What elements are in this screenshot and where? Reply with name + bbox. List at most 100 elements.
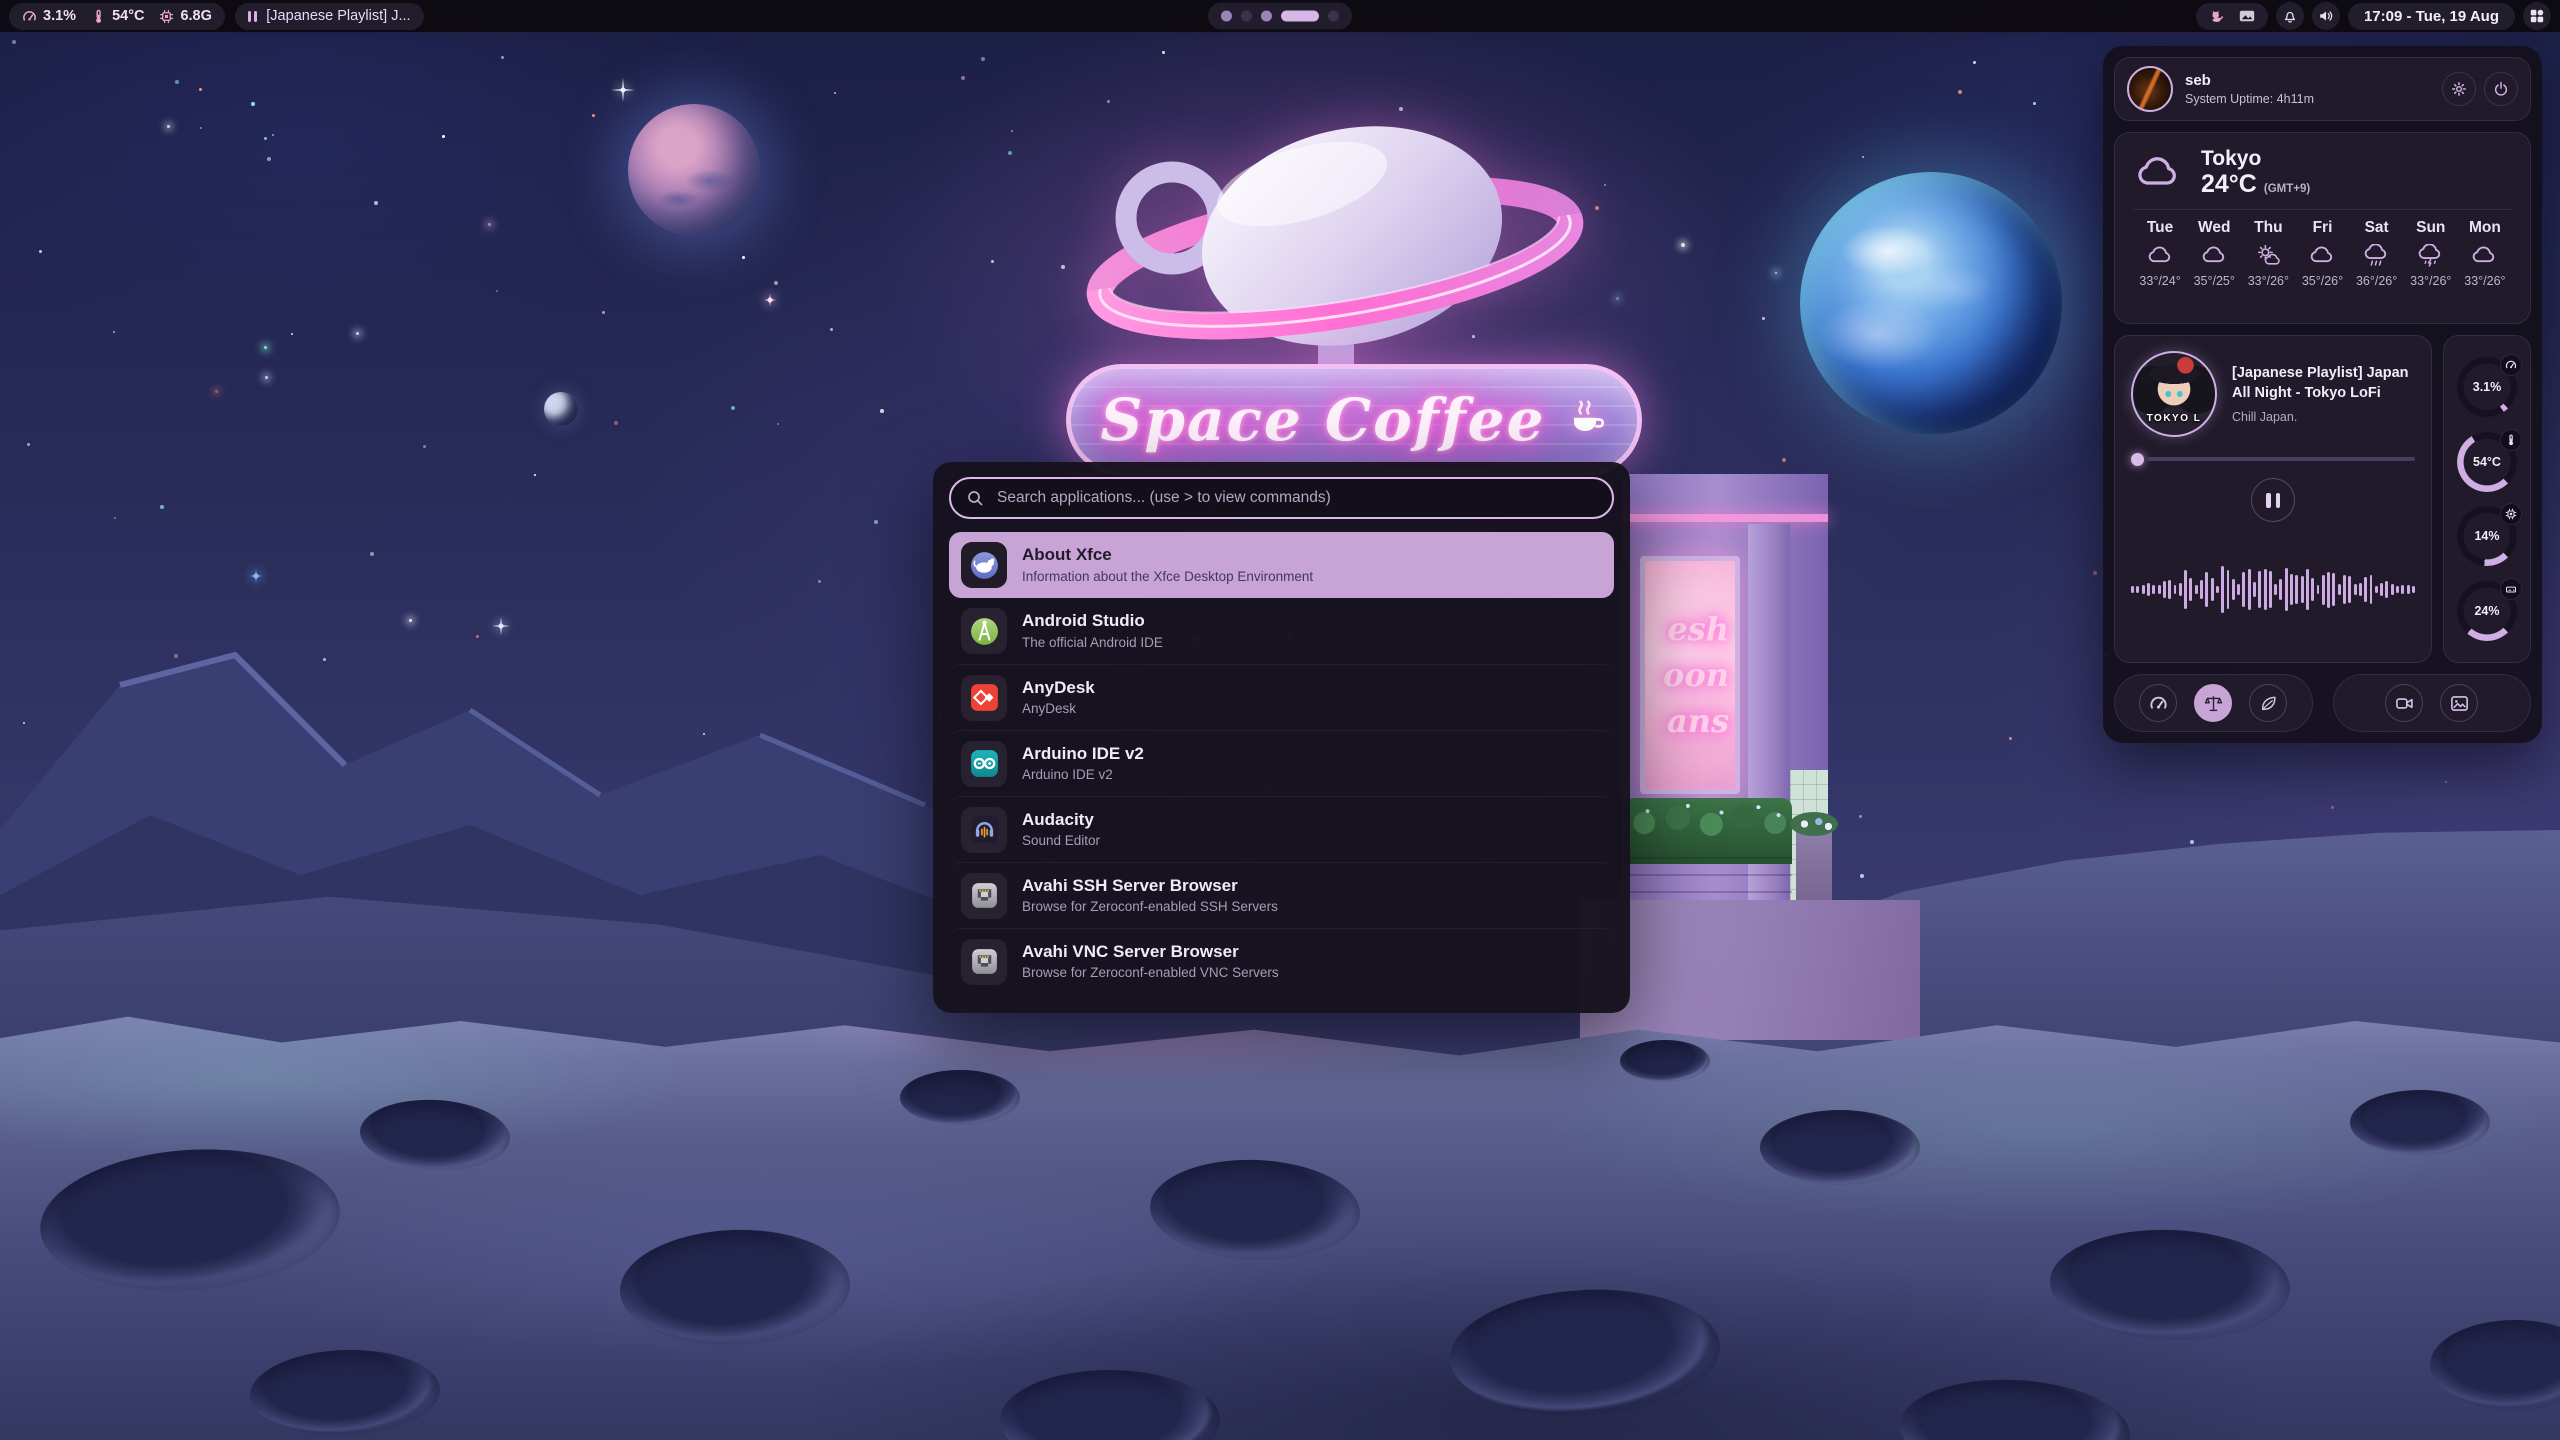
visualizer-bar: [2200, 580, 2203, 599]
launcher-result[interactable]: Arduino IDE v2Arduino IDE v2: [949, 730, 1614, 796]
visualizer-bar: [2179, 583, 2182, 596]
album-art: TOKYO L: [2131, 351, 2217, 437]
forecast-day: Sun33°/26°: [2404, 219, 2458, 288]
crater: [1148, 1156, 1361, 1263]
visualizer-bar: [2152, 585, 2155, 595]
track-subtitle: Chill Japan.: [2232, 410, 2415, 424]
saturn-cup: [1080, 100, 1600, 392]
launcher-result[interactable]: About XfceInformation about the Xfce Des…: [949, 532, 1614, 598]
progress-knob[interactable]: [2131, 453, 2144, 466]
settings-button[interactable]: [2442, 72, 2476, 106]
forecast-day: Tue33°/24°: [2133, 219, 2187, 288]
screen-record-button[interactable]: [2385, 684, 2423, 722]
workspace-dot-active[interactable]: [1281, 11, 1319, 22]
tray-widgets: [2196, 3, 2268, 30]
forecast-temps: 33°/26°: [2464, 274, 2505, 288]
result-subtitle: Arduino IDE v2: [1022, 767, 1144, 783]
workspace-dot-occupied[interactable]: [1261, 11, 1272, 22]
android-studio-app-icon: [961, 608, 1007, 654]
audio-visualizer: [2131, 532, 2415, 647]
visualizer-bar: [2338, 584, 2341, 595]
user-card: seb System Uptime: 4h11m: [2114, 57, 2531, 121]
visualizer-bar: [2232, 579, 2235, 600]
visualizer-bar: [2184, 570, 2187, 608]
launcher-result[interactable]: AudacitySound Editor: [949, 796, 1614, 862]
crater: [1760, 1110, 1920, 1185]
power-icon: [2493, 81, 2509, 97]
visualizer-bar: [2317, 585, 2320, 593]
rain-icon: [2363, 244, 2390, 267]
window-neon-line: oon: [1645, 659, 1729, 691]
storm-icon: [2417, 244, 2444, 267]
system-stats[interactable]: 3.1% 54°C 6.8G: [9, 3, 225, 30]
result-title: Avahi VNC Server Browser: [1022, 942, 1279, 962]
gear-icon: [2451, 81, 2467, 97]
launcher-result[interactable]: Android StudioThe official Android IDE: [949, 598, 1614, 664]
progress-bar[interactable]: [2131, 452, 2415, 466]
leaf-icon: [2259, 694, 2278, 713]
launcher-result[interactable]: Avahi SSH Server BrowserBrowse for Zeroc…: [949, 862, 1614, 928]
screenshot-button[interactable]: [2440, 684, 2478, 722]
visualizer-bar: [2322, 575, 2325, 605]
visualizer-bar: [2158, 585, 2161, 594]
desktop: Space Coffee eshoonans About XfceInforma…: [0, 0, 2560, 1440]
visualizer-bar: [2269, 571, 2272, 609]
window-neon-line: ans: [1645, 705, 1729, 737]
sign-text: Space Coffee: [1101, 386, 1546, 454]
capture-tools: [2333, 674, 2532, 732]
power-profile-switcher: [2114, 674, 2313, 732]
forecast-day-label: Fri: [2313, 219, 2333, 237]
crater: [358, 1096, 511, 1174]
music-player-card: TOKYO L [Japanese Playlist] Japan All Ni…: [2114, 335, 2432, 663]
disk-icon: [2500, 578, 2522, 600]
search-input[interactable]: [995, 488, 1597, 508]
volume-button[interactable]: [2312, 2, 2340, 30]
app-grid-button[interactable]: [2523, 2, 2551, 30]
notifications-button[interactable]: [2276, 2, 2304, 30]
visualizer-bar: [2237, 584, 2240, 594]
profile-performance-button[interactable]: [2139, 684, 2177, 722]
coffee-cup-icon: [1563, 398, 1607, 442]
audacity-app-icon: [961, 807, 1007, 853]
crater: [1000, 1370, 1220, 1440]
forecast-day-label: Wed: [2198, 219, 2230, 237]
visualizer-bar: [2274, 584, 2277, 595]
xfce-app-icon: [961, 542, 1007, 588]
crater: [35, 1140, 344, 1301]
workspace-dot-occupied[interactable]: [1221, 11, 1232, 22]
now-playing[interactable]: [Japanese Playlist] J...: [235, 3, 424, 30]
result-subtitle: Sound Editor: [1022, 833, 1100, 849]
wallpaper-icon[interactable]: [2239, 8, 2255, 24]
shop-window: eshoonans: [1640, 556, 1740, 794]
speedometer-icon: [2500, 354, 2522, 376]
track-title: [Japanese Playlist] Japan All Night - To…: [2232, 364, 2415, 404]
visualizer-bar: [2343, 575, 2346, 604]
search-bar[interactable]: [949, 477, 1614, 519]
launcher-results: About XfceInformation about the Xfce Des…: [949, 532, 1614, 994]
system-gauge-disk: 24%: [2457, 581, 2517, 641]
visualizer-bar: [2412, 586, 2415, 593]
thermometer-icon: [91, 9, 106, 24]
widget-panel: seb System Uptime: 4h11m Tokyo 24°C (GMT…: [2103, 46, 2542, 743]
power-button[interactable]: [2484, 72, 2518, 106]
workspace-dot-empty[interactable]: [1241, 11, 1252, 22]
visualizer-bar: [2370, 575, 2373, 604]
workspace-dot-empty[interactable]: [1328, 11, 1339, 22]
profile-power-saver-button[interactable]: [2249, 684, 2287, 722]
profile-balanced-button[interactable]: [2194, 684, 2232, 722]
visualizer-bar: [2401, 585, 2404, 594]
clock[interactable]: 17:09 - Tue, 19 Aug: [2348, 3, 2515, 30]
weather-timezone: (GMT+9): [2264, 183, 2310, 195]
launcher-result[interactable]: AnyDeskAnyDesk: [949, 664, 1614, 730]
pet-icon[interactable]: [2209, 8, 2225, 24]
moon-surface: [0, 1008, 2560, 1440]
launcher-result[interactable]: Avahi VNC Server BrowserBrowse for Zeroc…: [949, 928, 1614, 994]
visualizer-bar: [2195, 585, 2198, 593]
visualizer-bar: [2264, 569, 2267, 611]
weather-city: Tokyo: [2201, 147, 2310, 171]
visualizer-bar: [2375, 586, 2378, 594]
visualizer-bar: [2385, 581, 2388, 598]
pause-button[interactable]: [2251, 478, 2295, 522]
cloud-icon: [2133, 153, 2185, 193]
result-title: Avahi SSH Server Browser: [1022, 876, 1278, 896]
